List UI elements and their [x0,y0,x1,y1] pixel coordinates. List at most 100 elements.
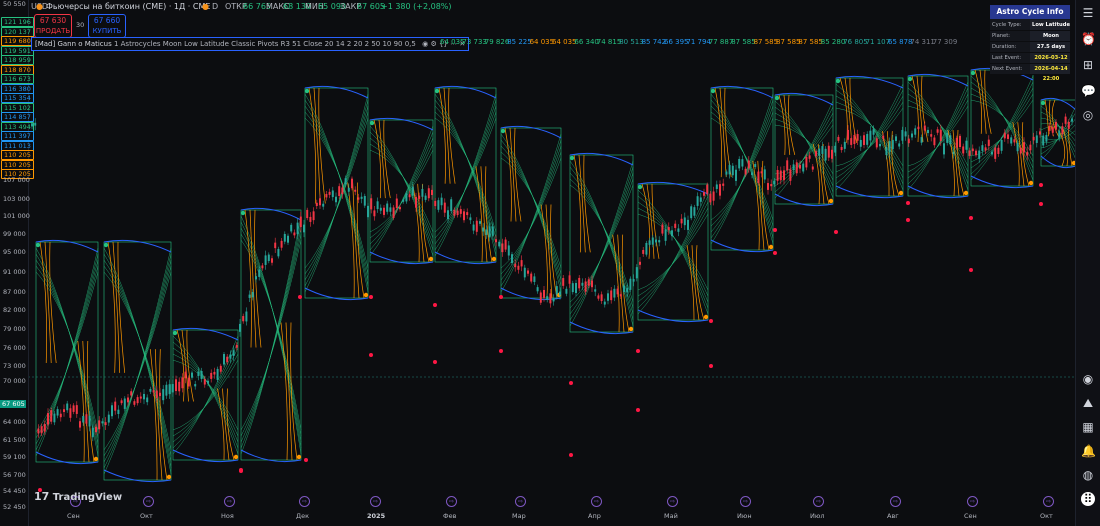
candle-body [136,397,139,404]
cycle-arc [369,149,434,233]
candle-body [344,178,347,185]
candle-body [802,163,805,172]
signal-marker [499,349,503,353]
price-tick: 119 680 [1,36,34,46]
candle-body [696,196,699,206]
alerts-icon[interactable]: ⏰ [1081,32,1096,46]
signal-marker [298,295,302,299]
candle-body [789,169,792,181]
candle-body [885,146,888,156]
signal-marker [369,353,373,357]
candle-body [363,195,366,206]
indicator-legend[interactable]: [Mad] Gann o Maticus 1 Astrocycles Moon … [31,37,470,51]
price-tick: 110 205 [1,150,34,160]
cycle-arc-orange [112,241,121,373]
candle-body [1016,142,1019,152]
symbol-title[interactable]: Фьючерсы на биткоин (CME) · 1Д · CME [46,2,210,11]
candle-body [584,281,587,292]
astro-table-title: Astro Cycle Info [990,5,1070,19]
cycle-arc [710,93,774,245]
candle-body [303,224,305,233]
replay-marker-icon[interactable]: ⇨ [967,496,978,507]
sell-button[interactable]: 67 630 ПРОДАТЬ [34,14,72,38]
candle-body [162,389,165,401]
broadcast-icon[interactable]: ◍ [1081,468,1095,482]
settings-icon[interactable]: ⚙ [430,40,436,48]
price-tick: 119 591 [1,45,34,56]
cycle-arc [103,247,172,475]
pine-icon[interactable]: ⛰ [1081,396,1095,410]
candle-body [475,220,478,232]
candle-body [635,267,638,279]
candle-body [786,160,789,171]
replay-marker-icon[interactable]: ⇨ [143,496,154,507]
candle-body [805,156,808,168]
signal-marker [834,230,838,234]
candle-body [613,288,616,298]
indicator-value: 85 225 [507,38,532,46]
candle-body [322,203,325,207]
signals-icon[interactable]: ◉ [1081,372,1095,386]
candle-body [655,239,657,243]
replay-marker-icon[interactable]: ⇨ [890,496,901,507]
candle-body [203,379,206,385]
replay-marker-icon[interactable]: ⇨ [370,496,381,507]
candle-body [725,171,728,175]
replay-marker-icon[interactable]: ⇨ [740,496,751,507]
candle-body [255,276,257,280]
candle-body [402,199,405,202]
replay-marker-icon[interactable]: ⇨ [591,496,602,507]
candle-body [1051,127,1054,133]
chat-icon[interactable]: 💬 [1081,84,1096,98]
candle-body [1071,118,1073,122]
pivot-dot [1040,100,1046,106]
candle-body [639,261,641,265]
candle-body [130,391,133,396]
ideas-icon[interactable]: ◎ [1081,108,1095,122]
apps-icon[interactable]: ⠿ [1081,492,1095,506]
replay-marker-icon[interactable]: ⇨ [1043,496,1054,507]
candle-body [795,162,798,174]
signal-marker [569,381,573,385]
watchlist-icon[interactable]: ☰ [1081,6,1095,20]
replay-marker-icon[interactable]: ⇨ [446,496,457,507]
price-tick: 70 000 [3,377,26,385]
cycle-arc [240,221,302,449]
cycle-arc [434,99,497,251]
replay-marker-icon[interactable]: ⇨ [224,496,235,507]
object-tree-icon[interactable]: ⊞ [1081,58,1095,72]
price-tick: 79 000 [3,325,26,333]
candle-body [840,146,843,151]
candle-body [597,295,600,299]
candle-body [571,283,574,293]
calendar-icon[interactable]: ▦ [1081,420,1095,434]
candle-body [847,129,849,140]
signal-marker [773,228,777,232]
price-axis[interactable]: 121 196 120 137 119 680 119 591 118 959 118 8… [0,0,34,526]
candle-body [43,424,46,432]
candle-body [741,159,744,167]
replay-marker-icon[interactable]: ⇨ [515,496,526,507]
candle-body [898,143,901,147]
price-chart[interactable] [28,0,1076,526]
astro-table-row: Last Event: 2026-03-12 22:00 [990,53,1070,71]
candle-body [331,190,334,198]
pivot-dot [703,314,709,320]
cycle-arc [710,117,774,221]
candle-body [248,294,251,298]
signal-marker [969,268,973,272]
replay-marker-icon[interactable]: ⇨ [299,496,310,507]
cycle-arc-orange [39,241,47,364]
candle-body [712,191,715,201]
notifications-icon[interactable]: 🔔 [1081,444,1096,458]
replay-marker-icon[interactable]: ⇨ [813,496,824,507]
price-tick: 121 196 [1,17,34,27]
cycle-arc [710,99,774,239]
replay-marker-icon[interactable]: ⇨ [667,496,678,507]
candle-body [101,421,104,424]
candle-body [437,200,440,210]
pivot-dot [710,88,716,94]
eye-icon[interactable]: ◉ [422,40,428,48]
buy-button[interactable]: 67 660 КУПИТЬ [88,14,126,38]
candle-body [47,413,49,425]
